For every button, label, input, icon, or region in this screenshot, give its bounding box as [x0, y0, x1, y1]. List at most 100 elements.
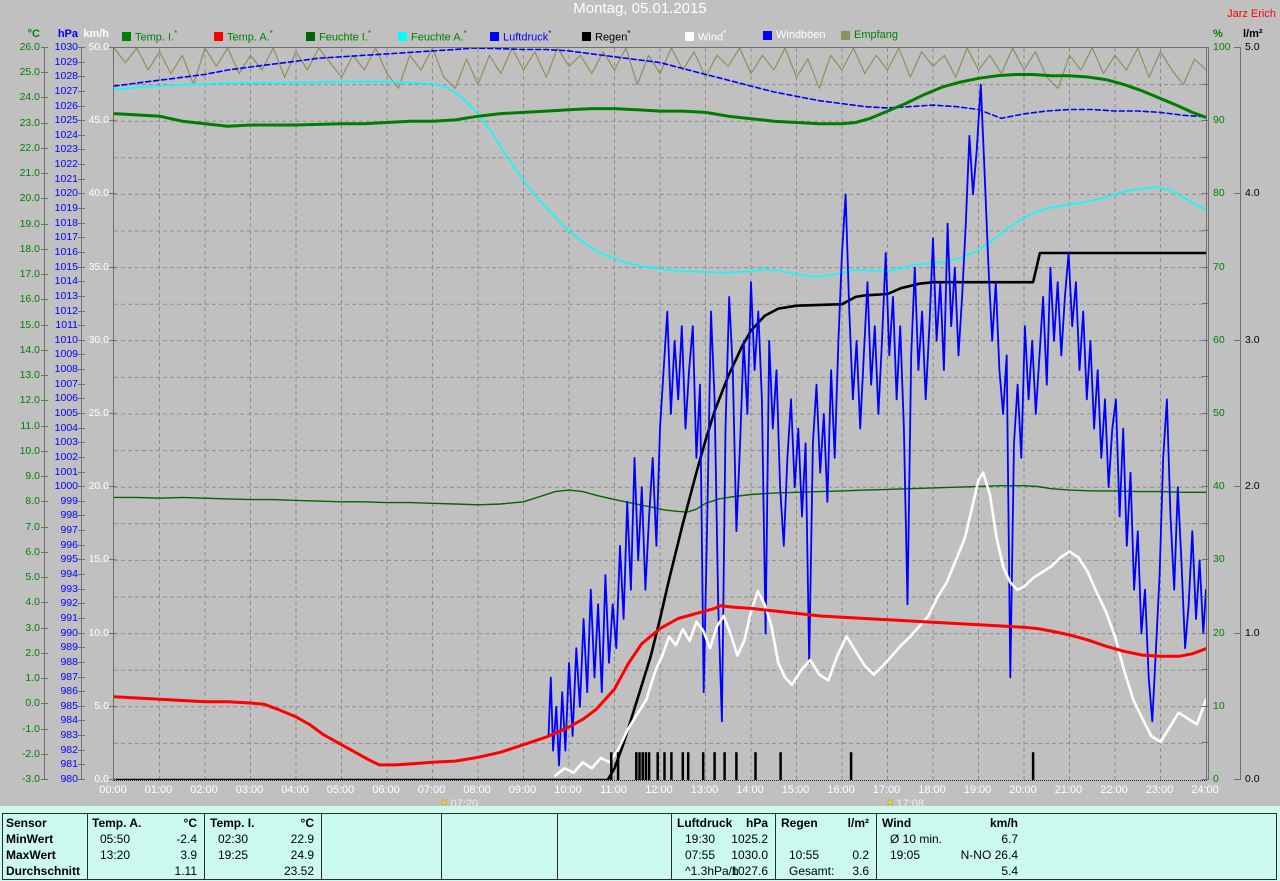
- hpa-ticks-label: 1011: [55, 319, 78, 331]
- tick-mark: [1202, 559, 1209, 560]
- hpa-ticks-label: 1025: [54, 114, 78, 126]
- temp-ticks-label: 25.0: [19, 66, 40, 78]
- pct-ticks-label: 70: [1213, 261, 1225, 273]
- tick-mark: [1202, 633, 1209, 634]
- tick-mark: [1234, 486, 1241, 487]
- hpa-ticks-label: 999: [60, 495, 78, 507]
- temp-ticks-label: 13.0: [19, 369, 40, 381]
- pct-ticks-label: 10: [1213, 700, 1225, 712]
- tick-mark: [1202, 596, 1209, 597]
- temp-ticks-label: -2.0: [21, 748, 40, 760]
- hpa-ticks-label: 991: [60, 612, 78, 624]
- hpa-ticks-label: 985: [60, 700, 78, 712]
- tick-mark: [78, 764, 85, 765]
- tick-mark: [1234, 47, 1241, 48]
- kmh-ticks-label: 30.0: [88, 334, 109, 346]
- hpa-ticks-label: 983: [60, 729, 78, 741]
- hpa-ticks-label: 1004: [54, 422, 78, 434]
- kmh-ticks-label: 20.0: [88, 480, 109, 492]
- series-windboeen: [547, 83, 1207, 767]
- table-cell: MaxWert: [6, 848, 56, 862]
- pct-ticks-label: 30: [1213, 553, 1225, 565]
- tick-mark: [78, 618, 85, 619]
- lm2-ticks-label: 2.0: [1245, 480, 1260, 492]
- tick-mark: [78, 325, 85, 326]
- tick-mark: [78, 384, 85, 385]
- hpa-ticks-label: 1018: [54, 217, 78, 229]
- x-axis-label: 12:00: [645, 784, 673, 796]
- x-axis-label: 22:00: [1100, 784, 1128, 796]
- temp-ticks-label: 1.0: [25, 672, 40, 684]
- temp-ticks-label: 9.0: [25, 470, 40, 482]
- tick-mark: [78, 76, 85, 77]
- table-cell: l/m²: [847, 816, 869, 830]
- hpa-ticks-label: 1012: [54, 305, 78, 317]
- table-cell: 22.9: [290, 832, 314, 846]
- tick-mark: [78, 647, 85, 648]
- tick-mark: [1202, 413, 1209, 414]
- table-cell: hPa: [745, 816, 768, 830]
- table-cell: 1.11: [174, 864, 197, 878]
- hpa-ticks-label: 1008: [54, 363, 78, 375]
- kmh-ticks-label: 40.0: [88, 187, 109, 199]
- x-axis-label: 05:00: [326, 784, 355, 796]
- table-column-separator: [204, 813, 205, 880]
- x-axis-label: 00:00: [99, 784, 127, 796]
- series-wind: [553, 471, 1208, 777]
- hpa-ticks-label: 1003: [54, 436, 78, 448]
- tick-mark: [1202, 742, 1209, 743]
- tick-mark: [78, 91, 85, 92]
- tick-mark: [78, 149, 85, 150]
- tick-mark: [109, 340, 116, 341]
- tick-mark: [1234, 779, 1241, 780]
- lm2-ticks-label: 4.0: [1245, 187, 1260, 199]
- hpa-ticks-label: 1028: [54, 70, 78, 82]
- hpa-ticks-label: 1024: [54, 129, 78, 141]
- tick-mark: [1202, 230, 1209, 231]
- tick-mark: [78, 369, 85, 370]
- hpa-ticks-label: 997: [60, 524, 78, 536]
- weather-station-window: Montag, 05.01.2015 Jarz Erich °C hPa km/…: [0, 0, 1280, 881]
- hpa-ticks-label: 994: [60, 568, 78, 580]
- temp-ticks-label: 24.0: [19, 91, 40, 103]
- temp-ticks-label: 4.0: [25, 596, 40, 608]
- tick-mark: [1202, 157, 1209, 158]
- x-axis-label: 23:00: [1145, 784, 1174, 796]
- tick-mark: [78, 62, 85, 63]
- table-column-separator: [671, 813, 672, 880]
- hpa-ticks-label: 1021: [54, 173, 78, 185]
- hpa-ticks-label: 1005: [54, 407, 78, 419]
- x-axis-label: 04:00: [281, 784, 309, 796]
- hpa-ticks-label: 998: [60, 509, 78, 521]
- tick-mark: [109, 633, 116, 634]
- temp-ticks-label: 16.0: [19, 293, 40, 305]
- hpa-ticks-label: 988: [60, 656, 78, 668]
- table-cell: N-NO 26.4: [960, 848, 1018, 862]
- pct-ticks-label: 90: [1213, 114, 1225, 126]
- tick-mark: [1202, 376, 1209, 377]
- tick-mark: [78, 677, 85, 678]
- temp-ticks-label: 21.0: [19, 167, 40, 179]
- temp-ticks-label: 20.0: [19, 192, 40, 204]
- tick-mark: [41, 653, 48, 654]
- x-axis-label: 08:00: [463, 784, 491, 796]
- hpa-ticks-label: 1027: [54, 85, 78, 97]
- hpa-ticks-label: 984: [60, 714, 78, 726]
- tick-mark: [41, 552, 48, 553]
- x-axis-label: 03:00: [235, 784, 264, 796]
- tick-mark: [78, 164, 85, 165]
- x-axis-label: 18:00: [918, 784, 946, 796]
- tick-mark: [109, 267, 116, 268]
- table-cell: 1027.6: [731, 864, 768, 878]
- x-axis-label: 21:00: [1054, 784, 1083, 796]
- tick-mark: [78, 428, 85, 429]
- hpa-ticks-label: 1007: [54, 378, 78, 390]
- tick-mark: [78, 208, 85, 209]
- tick-mark: [78, 237, 85, 238]
- temp-ticks-label: 11.0: [20, 420, 40, 432]
- table-column-separator: [321, 813, 322, 880]
- hpa-ticks-label: 1014: [54, 275, 78, 287]
- table-cell: Durchschnitt: [6, 864, 81, 878]
- temp-ticks-label: 6.0: [25, 546, 40, 558]
- tick-mark: [78, 750, 85, 751]
